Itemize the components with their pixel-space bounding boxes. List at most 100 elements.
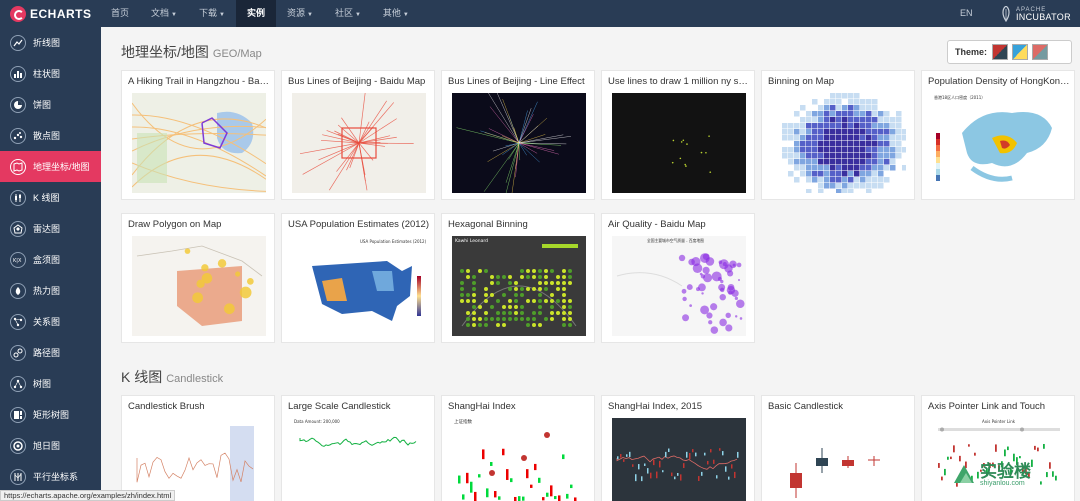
nav-item-4[interactable]: 资源 ▼ — [276, 0, 324, 27]
example-thumbnail[interactable] — [132, 418, 266, 501]
example-card[interactable]: Large Scale Candlestick Data Amount: 200,… — [281, 395, 435, 501]
nav-item-1[interactable]: 文档 ▼ — [140, 0, 188, 27]
svg-text:Kawhi Leonard: Kawhi Leonard — [455, 238, 488, 244]
sidebar-item-3[interactable]: 散点图 — [0, 120, 101, 151]
sidebar-item-11[interactable]: 树图 — [0, 368, 101, 399]
sidebar-item-label: 路径图 — [33, 348, 61, 358]
example-thumbnail[interactable] — [292, 93, 426, 193]
svg-text:上证指数: 上证指数 — [454, 418, 472, 425]
shiyanlou-watermark: 实验楼 shiyanlou.com — [950, 456, 1065, 494]
nav-item-0[interactable]: 首页 — [100, 0, 140, 27]
language-switch[interactable]: EN — [960, 0, 973, 27]
sidebar-item-8[interactable]: 热力图 — [0, 275, 101, 306]
example-thumbnail[interactable] — [132, 236, 266, 336]
radar-icon — [10, 220, 26, 237]
incubator-text: INCUBATOR — [1016, 11, 1071, 22]
example-thumbnail[interactable]: 上证指数 — [452, 418, 586, 501]
graph-icon — [10, 313, 26, 330]
sidebar-item-label: 平行坐标系 — [33, 472, 79, 482]
sidebar-item-9[interactable]: 关系图 — [0, 306, 101, 337]
chevron-down-icon: ▼ — [354, 12, 361, 18]
example-thumbnail[interactable] — [612, 418, 746, 501]
chart-type-sidebar: 折线图柱状图饼图散点图地理坐标/地图 K 线图雷达图 K|X 盒须图 热力图关系图路径图… — [0, 27, 101, 501]
example-card[interactable]: Hexagonal Binning Kawhi Leonard — [441, 213, 595, 343]
heatmap-icon — [10, 282, 26, 299]
nav-item-label: 实例 — [246, 8, 265, 18]
example-thumbnail[interactable]: Kawhi Leonard — [452, 236, 586, 336]
sidebar-item-4[interactable]: 地理坐标/地图 — [0, 151, 101, 182]
example-thumbnail[interactable] — [772, 418, 906, 501]
sidebar-item-0[interactable]: 折线图 — [0, 27, 101, 58]
sidebar-item-10[interactable]: 路径图 — [0, 337, 101, 368]
example-thumbnail[interactable]: USA Population Estimates (2012) — [292, 236, 426, 336]
nav-item-label: 其他 — [382, 8, 401, 18]
pie-chart-icon — [10, 96, 26, 113]
example-card[interactable]: ShangHai Index, 2015 — [601, 395, 755, 501]
example-card[interactable]: Population Density of HongKong (2011) 香港1… — [921, 70, 1075, 200]
nav-item-label: 资源 — [286, 8, 305, 18]
sidebar-item-label: 柱状图 — [33, 69, 61, 79]
sidebar-item-2[interactable]: 饼图 — [0, 89, 101, 120]
example-card[interactable]: Candlestick Brush — [121, 395, 275, 501]
example-thumbnail[interactable] — [452, 93, 586, 193]
example-card[interactable]: ShangHai Index 上证指数 — [441, 395, 595, 501]
boxplot-icon: K|X — [10, 251, 26, 268]
nav-item-3[interactable]: 实例 — [235, 0, 276, 27]
nav-item-5[interactable]: 社区 ▼ — [324, 0, 372, 27]
example-card[interactable]: Bus Lines of Beijing - Line Effect — [441, 70, 595, 200]
example-thumbnail[interactable]: Data Amount: 200,000 — [292, 418, 426, 501]
theme-label: Theme: — [955, 47, 988, 57]
sidebar-item-6[interactable]: 雷达图 — [0, 213, 101, 244]
bar-chart-icon — [10, 65, 26, 82]
sidebar-item-13[interactable]: 旭日图 — [0, 430, 101, 461]
example-thumbnail[interactable] — [612, 93, 746, 193]
example-card-title: Candlestick Brush — [128, 401, 205, 412]
example-card[interactable]: Binning on Map — [761, 70, 915, 200]
example-card[interactable]: Draw Polygon on Map — [121, 213, 275, 343]
example-card-title: ShangHai Index — [448, 401, 516, 412]
nav-item-6[interactable]: 其他 ▼ — [372, 0, 420, 27]
sidebar-item-12[interactable]: 矩形树图 — [0, 399, 101, 430]
example-thumbnail[interactable]: 香港18区人口密度（2011） — [932, 93, 1066, 193]
section-title-text: 地理坐标/地图 — [121, 44, 209, 60]
theme-light-swatch[interactable] — [1012, 44, 1029, 60]
nav-item-2[interactable]: 下载 ▼ — [188, 0, 236, 27]
example-card[interactable]: A Hiking Trail in Hangzhou - Baidu Map — [121, 70, 275, 200]
example-card-title: Air Quality - Baidu Map — [608, 219, 706, 230]
sidebar-item-14[interactable]: 平行坐标系 — [0, 461, 101, 492]
sidebar-item-label: 散点图 — [33, 131, 61, 141]
shiyanlou-logo-icon — [954, 465, 974, 483]
lines-icon — [10, 344, 26, 361]
echarts-logo[interactable]: ECHARTS — [10, 4, 92, 23]
sidebar-item-label: 关系图 — [33, 317, 61, 327]
sidebar-item-7[interactable]: K|X 盒须图 — [0, 244, 101, 275]
apache-incubator-logo[interactable]: APACHE INCUBATOR — [1000, 4, 1071, 24]
treemap-icon — [10, 406, 26, 423]
svg-text:Data Amount: 200,000: Data Amount: 200,000 — [294, 419, 340, 424]
example-card[interactable]: Use lines to draw 1 million ny streets — [601, 70, 755, 200]
theme-dark-swatch[interactable] — [1032, 44, 1049, 60]
sidebar-item-5[interactable]: K 线图 — [0, 182, 101, 213]
chevron-down-icon: ▼ — [219, 12, 225, 18]
sidebar-item-label: 树图 — [33, 379, 52, 389]
svg-text:香港18区人口密度（2011）: 香港18区人口密度（2011） — [934, 94, 985, 100]
example-card[interactable]: Basic Candlestick — [761, 395, 915, 501]
parallel-icon — [10, 468, 26, 485]
section-title-text: K 线图 — [121, 369, 163, 385]
browser-status-url: https://echarts.apache.org/examples/zh/i… — [0, 490, 176, 501]
svg-text:K|X: K|X — [13, 258, 22, 264]
example-card[interactable]: USA Population Estimates (2012) USA Popul… — [281, 213, 435, 343]
theme-selector: Theme: — [947, 40, 1072, 64]
example-thumbnail[interactable]: 全国主要城市空气质量 - 百度地图 — [612, 236, 746, 336]
example-thumbnail[interactable] — [772, 93, 906, 193]
echarts-logo-icon — [10, 5, 26, 22]
example-thumbnail[interactable] — [132, 93, 266, 193]
chevron-down-icon: ▼ — [306, 12, 313, 18]
theme-default-swatch[interactable] — [992, 44, 1009, 60]
feather-icon — [1002, 6, 1010, 22]
sidebar-item-label: K 线图 — [33, 193, 60, 203]
sidebar-item-1[interactable]: 柱状图 — [0, 58, 101, 89]
example-card[interactable]: Bus Lines of Beijing - Baidu Map — [281, 70, 435, 200]
section-title-geo: 地理坐标/地图 GEO/Map — [121, 42, 262, 62]
example-card[interactable]: Air Quality - Baidu Map 全国主要城市空气质量 - 百度地图 — [601, 213, 755, 343]
